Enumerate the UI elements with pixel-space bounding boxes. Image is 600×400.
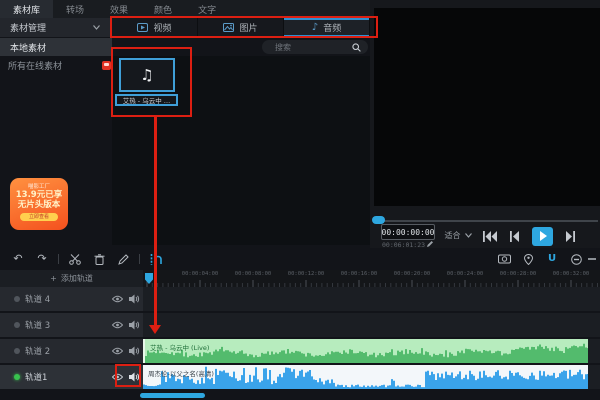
next-frame-button[interactable] — [566, 231, 575, 242]
speaker-icon[interactable] — [126, 294, 143, 304]
search-box[interactable]: 搜索 — [262, 40, 368, 54]
edit-timecode-icon[interactable] — [426, 240, 434, 248]
tab-video[interactable]: 视频 — [112, 18, 198, 37]
timecode-current[interactable]: 00:00:00:00 — [381, 224, 435, 240]
u-icon[interactable]: U — [540, 250, 564, 268]
hot-badge-icon — [102, 61, 111, 70]
speaker-icon[interactable] — [126, 346, 143, 356]
audio-clip-green[interactable]: 艾热 - 乌云中 (Live) — [143, 339, 588, 363]
tab-effects[interactable]: 效果 — [97, 0, 141, 18]
delete-button[interactable] — [87, 250, 111, 268]
prev-frame-button[interactable] — [510, 231, 519, 242]
toolbar-divider — [139, 254, 140, 264]
speaker-icon[interactable] — [126, 372, 143, 382]
sidebar-item-local-media[interactable]: 本地素材 — [0, 38, 112, 56]
media-type-tabs: 视频 图片 ♪ 音频 — [112, 18, 370, 37]
eye-icon[interactable] — [109, 321, 126, 329]
audio-clip-blue[interactable]: 周杰伦-以父之名(高清) — [143, 365, 588, 389]
music-note-icon: ♫ — [140, 66, 153, 84]
seek-handle[interactable] — [372, 216, 385, 224]
search-placeholder: 搜索 — [275, 42, 291, 53]
tab-image[interactable]: 图片 — [198, 18, 284, 37]
promo-cta-button[interactable]: 立即查看 — [20, 213, 58, 221]
eye-icon[interactable] — [109, 347, 126, 355]
cut-button[interactable] — [63, 250, 87, 268]
zoom-out-icon[interactable] — [564, 250, 588, 268]
track-select-dot[interactable] — [14, 296, 20, 302]
chevron-down-icon — [93, 25, 100, 30]
toolbar-divider — [58, 254, 59, 264]
annotation-arrow-head — [149, 325, 161, 334]
annotation-arrow-line — [154, 117, 157, 325]
tab-color[interactable]: 颜色 — [141, 0, 185, 18]
search-icon — [352, 43, 361, 52]
seek-bar[interactable] — [384, 220, 598, 222]
zoom-slider[interactable] — [588, 258, 596, 260]
horizontal-scrollbar[interactable] — [140, 393, 205, 398]
library-tabbar: 素材库 转场 效果 颜色 文字 — [0, 0, 370, 18]
track-header-2[interactable]: 轨道 2 — [0, 339, 143, 363]
track-lane-3[interactable] — [143, 313, 600, 337]
skip-start-button[interactable] — [483, 231, 497, 242]
material-manage-label: 素材管理 — [10, 21, 46, 34]
video-editor-app: 素材库 转场 效果 颜色 文字 素材管理 视频 图片 ♪ 音频 本地素材 搜索 … — [0, 0, 600, 400]
transport-controls — [483, 226, 595, 246]
tab-text[interactable]: 文字 — [185, 0, 229, 18]
video-icon — [137, 23, 148, 32]
redo-button[interactable]: ↷ — [30, 250, 54, 268]
promo-brand: 喵影工厂 — [10, 182, 68, 190]
material-manage-dropdown[interactable]: 素材管理 — [0, 18, 112, 37]
track-header-4[interactable]: 轨道 4 — [0, 287, 143, 311]
sidebar-item-online-media[interactable]: 所有在线素材 — [0, 57, 112, 73]
fit-dropdown[interactable]: 适合 — [441, 228, 475, 243]
add-track-button[interactable]: + 添加轨道 — [0, 270, 143, 287]
edit-pen-button[interactable] — [111, 250, 135, 268]
play-button[interactable] — [532, 227, 553, 246]
tab-material-library[interactable]: 素材库 — [0, 0, 53, 18]
track-select-dot-active[interactable] — [14, 374, 20, 380]
eye-icon[interactable] — [109, 373, 126, 381]
audio-clip-card[interactable]: ♫ — [119, 58, 175, 92]
promo-line2: 无片头版本 — [10, 200, 68, 210]
track-select-dot[interactable] — [14, 322, 20, 328]
track-select-dot[interactable] — [14, 348, 20, 354]
promo-line1: 13.9元已享 — [10, 190, 68, 200]
record-icon[interactable] — [492, 250, 516, 268]
track-lane-4[interactable] — [143, 287, 600, 311]
timecode-total: 00:06:01:23 — [382, 241, 425, 249]
video-preview — [374, 8, 600, 206]
timeline-toolbar: ↶ ↷ U — [0, 250, 600, 268]
undo-button[interactable]: ↶ — [6, 250, 30, 268]
tab-audio[interactable]: ♪ 音频 — [284, 18, 370, 37]
chevron-down-icon — [465, 233, 472, 238]
playhead-icon[interactable] — [145, 273, 153, 284]
waveform-green — [145, 339, 588, 363]
play-icon — [540, 231, 547, 241]
promo-badge[interactable]: 喵影工厂 13.9元已享 无片头版本 立即查看 — [10, 178, 68, 230]
marker-icon[interactable] — [516, 250, 540, 268]
eye-icon[interactable] — [109, 295, 126, 303]
timeline-ruler[interactable]: 00:00:04:00 00:00:08:00 00:00:12:00 00:0… — [143, 270, 600, 287]
audio-clip-title[interactable]: 艾热 - 乌云中 … — [115, 94, 178, 106]
speaker-icon[interactable] — [126, 320, 143, 330]
tab-transitions[interactable]: 转场 — [53, 0, 97, 18]
music-note-icon: ♪ — [312, 23, 318, 32]
plus-icon: + — [50, 274, 57, 283]
track-header-1[interactable]: 轨道1 — [0, 365, 143, 389]
track-header-3[interactable]: 轨道 3 — [0, 313, 143, 337]
image-icon — [223, 23, 234, 32]
